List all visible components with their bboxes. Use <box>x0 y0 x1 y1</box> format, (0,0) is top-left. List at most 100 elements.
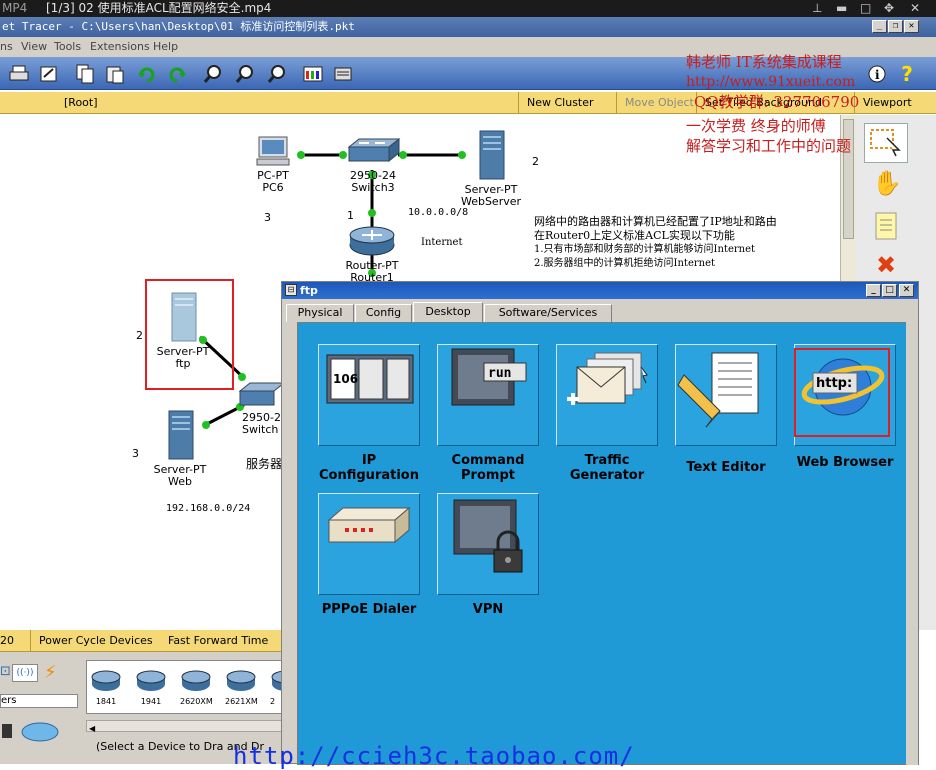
web-browser-label: Web Browser <box>796 455 894 470</box>
dialog-title: ftp <box>300 284 318 297</box>
custom-device-icon[interactable] <box>332 63 354 85</box>
restore-icon[interactable]: □ <box>860 0 871 17</box>
print-icon[interactable] <box>8 63 30 85</box>
pc6-name-label: PC6 <box>262 181 284 194</box>
window-minimize-button[interactable]: _ <box>872 20 887 33</box>
scroll-left-icon[interactable]: ◀ <box>87 724 95 733</box>
pppoe-dialer-app[interactable]: PPPoE Dialer <box>318 493 420 617</box>
pc-icon <box>256 136 290 166</box>
window-titlebar: et Tracer - C:\Users\han\Desktop\01 标准访问… <box>0 17 936 37</box>
tab-physical[interactable]: Physical <box>286 304 354 322</box>
command-prompt-app[interactable]: run Command Prompt <box>437 344 539 483</box>
router-icon <box>136 670 166 691</box>
watermark-url: http://ccieh3c.taobao.com/ <box>233 742 635 770</box>
web-server-node[interactable]: Server-PT Web <box>148 409 212 488</box>
web-browser-highlight-box <box>794 348 890 437</box>
power-cycle-button[interactable]: Power Cycle Devices <box>30 630 153 652</box>
router-2620xm[interactable]: 2620XM <box>180 668 213 706</box>
vpn-app[interactable]: VPN <box>437 493 539 617</box>
text-editor-app[interactable]: Text Editor <box>675 344 777 475</box>
switch-icon <box>238 382 286 406</box>
webserver-node[interactable]: Server-PT WebServer <box>458 129 524 208</box>
note-line-3: 1.只有市场部和财务部的计算机能够访问Internet <box>534 244 756 255</box>
switch-icon <box>347 137 401 163</box>
activity-wizard-icon[interactable] <box>38 63 60 85</box>
window-close-button[interactable]: ✕ <box>904 20 919 33</box>
new-cluster-button[interactable]: New Cluster <box>518 92 594 114</box>
router1-node[interactable]: Router-PT Router1 <box>340 225 404 284</box>
router-2621xm[interactable]: 2621XM <box>225 668 258 706</box>
lightning-icon[interactable]: ⚡ <box>44 662 57 683</box>
palette-icon[interactable] <box>302 63 324 85</box>
promo-line-3: QQ教学群: 327706790 <box>694 93 860 111</box>
player-format: MP4 <box>2 1 28 15</box>
model-label: 1941 <box>140 697 162 706</box>
connections-icon[interactable]: ⊡ <box>0 664 11 679</box>
ftp-count: 2 <box>136 329 143 342</box>
paste-icon[interactable] <box>104 63 126 85</box>
promo-overlay: 韩老师 IT系统集成课程 http://www.91xueit.com QQ教学… <box>686 52 916 156</box>
pppoe-dialer-label: PPPoE Dialer <box>321 602 417 617</box>
note-line-2: 在Router0上定义标准ACL实现以下功能 <box>534 229 735 242</box>
menu-item-help[interactable]: Help <box>153 37 178 57</box>
cloud-category-icon[interactable] <box>0 716 60 748</box>
player-title: [1/3] 02 使用标准ACL配置网络安全.mp4 <box>46 1 272 15</box>
menu-item-view[interactable]: View <box>21 37 47 57</box>
router-icon <box>91 670 121 691</box>
note-icon[interactable] <box>872 211 900 244</box>
ip-config-icon: 106 <box>318 344 420 446</box>
undo-icon[interactable] <box>136 63 158 85</box>
ip-config-icon-text: 106 <box>333 372 358 386</box>
command-prompt-icon-text: run <box>488 366 511 381</box>
menu-item-options[interactable]: ns <box>0 37 13 57</box>
promo-line-1: 韩老师 IT系统集成课程 <box>686 53 842 71</box>
root-button[interactable]: [Root] <box>64 92 98 114</box>
pppoe-dialer-icon <box>318 493 420 595</box>
pc6-node[interactable]: PC-PT PC6 <box>248 135 298 194</box>
close-icon[interactable]: ✕ <box>910 0 920 17</box>
device-category-label: ers <box>0 694 78 708</box>
tab-desktop[interactable]: Desktop <box>413 302 483 322</box>
ip-configuration-label-1: IP <box>361 453 377 468</box>
server-switch-node[interactable]: 2950-2 Switch <box>236 381 286 436</box>
switch3-node[interactable]: 2950-24 Switch3 <box>344 137 402 194</box>
ip-configuration-app[interactable]: 106 IP Configuration <box>318 344 420 483</box>
copy-icon[interactable] <box>74 63 96 85</box>
zoom-out-icon[interactable] <box>266 63 288 85</box>
model-label: 2620XM <box>180 697 213 706</box>
promo-line-5: 解答学习和工作中的问题 <box>686 137 852 155</box>
tab-software-services[interactable]: Software/Services <box>484 304 612 322</box>
command-prompt-label-1: Command <box>451 453 525 468</box>
dialog-minimize-button[interactable]: _ <box>866 284 881 297</box>
model-list-scrollbar[interactable]: ◀ <box>86 720 290 733</box>
wireless-category-icon[interactable]: ((·)) <box>12 664 38 682</box>
zoom-reset-icon[interactable] <box>234 63 256 85</box>
window-maximize-button[interactable]: ❐ <box>888 20 903 33</box>
router-1841[interactable]: 1841 <box>90 668 122 706</box>
ftp-server-node[interactable]: Server-PT ftp <box>150 291 216 370</box>
minimize-icon[interactable]: ▬ <box>836 0 847 17</box>
hand-icon[interactable]: ✋ <box>872 169 902 197</box>
zoom-in-icon[interactable] <box>202 63 224 85</box>
dialog-titlebar: ⊟ ftp _ □ ✕ <box>282 282 918 299</box>
dialog-maximize-button[interactable]: □ <box>882 284 897 297</box>
menu-item-extensions[interactable]: Extensions <box>90 37 150 57</box>
move-object-button[interactable]: Move Object <box>616 92 694 114</box>
redo-icon[interactable] <box>166 63 188 85</box>
dialog-close-button[interactable]: ✕ <box>899 284 914 297</box>
server-group-label: 服务器 <box>246 457 283 471</box>
router-1941[interactable]: 1941 <box>135 668 167 706</box>
fullscreen-icon[interactable]: ✥ <box>884 0 894 17</box>
server-icon <box>168 410 194 460</box>
menu-item-tools[interactable]: Tools <box>54 37 81 57</box>
delete-icon[interactable]: ✖ <box>876 251 896 279</box>
network-10-label: 10.0.0.0/8 <box>408 207 469 218</box>
server-switch-name-label: Switch <box>242 423 279 436</box>
tab-config[interactable]: Config <box>355 304 412 322</box>
command-prompt-icon: run <box>437 344 539 446</box>
router-icon <box>226 670 256 691</box>
fast-forward-button[interactable]: Fast Forward Time <box>168 630 268 652</box>
pin-icon[interactable]: ⊥ <box>812 0 822 17</box>
traffic-generator-label-2: Generator <box>569 468 645 483</box>
traffic-generator-app[interactable]: Traffic Generator <box>556 344 658 483</box>
